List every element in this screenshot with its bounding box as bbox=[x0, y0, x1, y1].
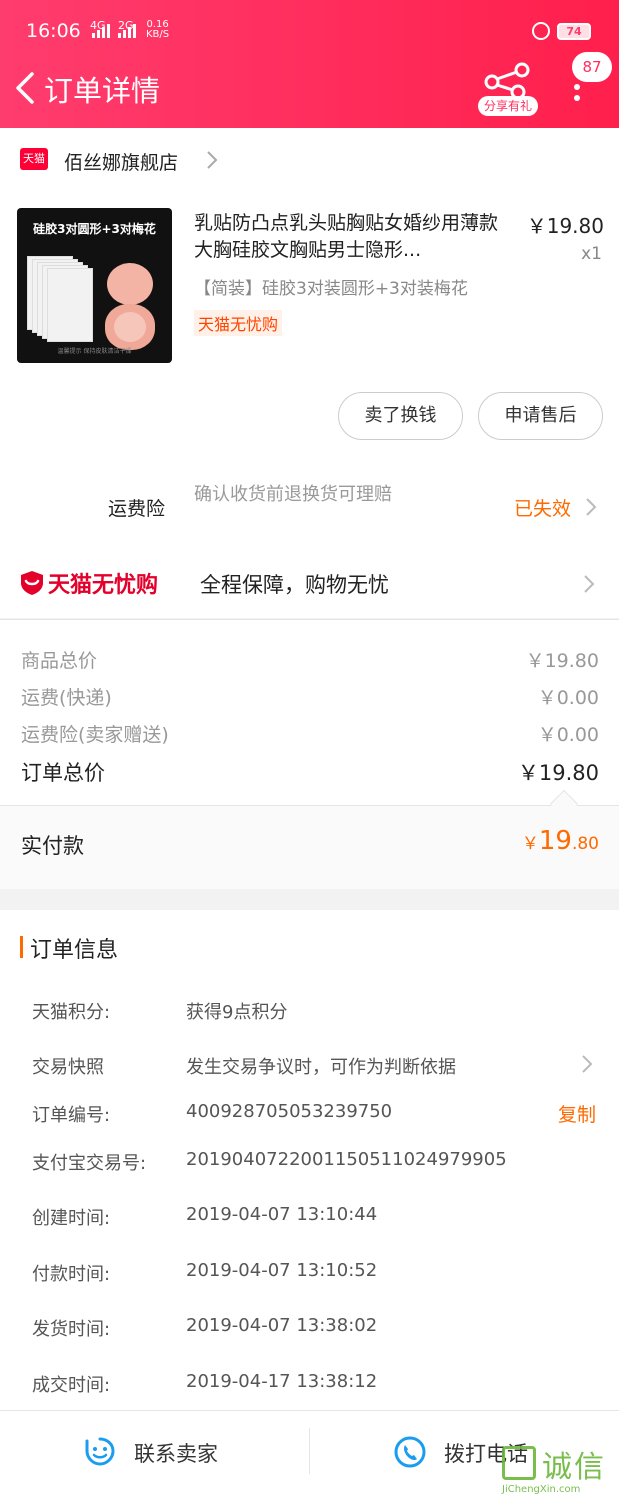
summary-row-total: 订单总价 ￥19.80 bbox=[21, 757, 599, 787]
summary-value: ￥0.00 bbox=[537, 687, 599, 709]
network-speed: 0.16 KB/S bbox=[146, 20, 169, 40]
flower-pad-image bbox=[105, 304, 155, 350]
wuyou-slogan[interactable]: 全程保障，购物无忧 bbox=[200, 569, 389, 599]
tmall-logo-icon: 天猫 bbox=[20, 148, 48, 170]
info-value: 发生交易争议时，可作为判断依据 bbox=[186, 1057, 456, 1078]
info-value: 2019040722001150511024979905 bbox=[186, 1149, 507, 1170]
watermark-logo-icon bbox=[502, 1446, 536, 1480]
info-key: 交易快照 bbox=[32, 1057, 104, 1078]
freight-insurance-label: 运费险 bbox=[108, 498, 166, 520]
info-key: 付款时间: bbox=[32, 1264, 111, 1285]
signal-icon-2 bbox=[118, 22, 140, 38]
round-pad-image bbox=[107, 263, 153, 305]
summary-row-shipping: 运费(快递) ￥0.00 bbox=[21, 683, 599, 710]
sell-for-cash-button[interactable]: 卖了换钱 bbox=[338, 392, 463, 440]
chevron-right-icon[interactable] bbox=[582, 574, 596, 594]
freight-insurance-status[interactable]: 已失效 bbox=[514, 494, 571, 521]
order-total-value: ￥19.80 bbox=[517, 761, 599, 785]
summary-value: ￥0.00 bbox=[537, 724, 599, 746]
info-key: 成交时间: bbox=[32, 1375, 111, 1396]
status-time: 16:06 bbox=[26, 20, 81, 42]
app-header: 16:06 4G 2G 0.16 KB/S 74 订单详情 分享有礼 87 bbox=[0, 0, 619, 128]
alarm-icon bbox=[532, 22, 550, 40]
watermark-cn: 诚信 bbox=[542, 1450, 606, 1485]
section-accent-bar bbox=[20, 936, 23, 958]
info-value: 2019-04-17 13:38:12 bbox=[186, 1371, 378, 1392]
summary-label: 运费(快递) bbox=[21, 687, 112, 709]
info-key: 发货时间: bbox=[32, 1319, 111, 1340]
summary-value: ￥19.80 bbox=[525, 650, 599, 672]
info-value: 2019-04-07 13:38:02 bbox=[186, 1315, 378, 1336]
info-key: 订单编号: bbox=[32, 1105, 111, 1126]
paid-decimal: .80 bbox=[571, 834, 599, 854]
summary-row-insurance: 运费险(卖家赠送) ￥0.00 bbox=[21, 720, 599, 747]
message-count-badge[interactable]: 87 bbox=[572, 52, 612, 82]
more-menu-icon[interactable] bbox=[574, 84, 582, 112]
info-value: 获得9点积分 bbox=[186, 1002, 288, 1023]
back-arrow-icon[interactable] bbox=[12, 70, 42, 106]
summary-label: 运费险(卖家赠送) bbox=[21, 724, 169, 746]
paid-currency: ￥ bbox=[521, 834, 539, 854]
phone-icon[interactable] bbox=[394, 1436, 426, 1468]
order-product-card bbox=[0, 128, 619, 618]
order-total-label: 订单总价 bbox=[21, 761, 105, 785]
copy-order-id-button[interactable]: 复制 bbox=[558, 1100, 596, 1127]
status-bar: 16:06 4G 2G 0.16 KB/S 74 bbox=[0, 0, 619, 60]
product-thumbnail[interactable]: 硅胶3对圆形+3对梅花 温馨提示 保持皮肤清洁干燥 bbox=[17, 208, 172, 363]
battery-icon: 74 bbox=[557, 23, 591, 40]
chat-smile-icon[interactable] bbox=[84, 1436, 116, 1468]
info-value: 400928705053239750 bbox=[186, 1101, 393, 1122]
info-value: 2019-04-07 13:10:44 bbox=[186, 1204, 378, 1225]
thumbnail-footer: 温馨提示 保持皮肤清洁干燥 bbox=[57, 348, 132, 355]
paid-integer: 19 bbox=[538, 826, 572, 856]
product-sku: 【简装】硅胶3对装圆形+3对装梅花 bbox=[194, 279, 468, 299]
signal-icon bbox=[92, 22, 114, 38]
thumbnail-title: 硅胶3对圆形+3对梅花 bbox=[33, 222, 156, 236]
info-key: 支付宝交易号: bbox=[32, 1153, 147, 1174]
chevron-right-icon[interactable] bbox=[204, 150, 220, 170]
summary-label: 商品总价 bbox=[21, 650, 98, 672]
bottom-divider bbox=[309, 1428, 310, 1474]
freight-insurance-desc: 确认收货前退换货可理赔 bbox=[194, 484, 392, 505]
chevron-right-icon[interactable] bbox=[580, 1054, 594, 1074]
after-sale-button[interactable]: 申请售后 bbox=[478, 392, 603, 440]
wuyou-brand: 天猫无忧购 bbox=[48, 573, 159, 598]
wuyou-tag-badge: 天猫无忧购 bbox=[194, 310, 283, 336]
contact-seller-button[interactable]: 联系卖家 bbox=[134, 1438, 218, 1468]
site-watermark: 诚信 JiChengXin.com bbox=[498, 1442, 616, 1498]
chevron-right-icon[interactable] bbox=[584, 497, 598, 517]
paid-label: 实付款 bbox=[21, 834, 84, 858]
info-key: 创建时间: bbox=[32, 1208, 111, 1229]
shield-icon bbox=[21, 571, 43, 595]
summary-row-goods: 商品总价 ￥19.80 bbox=[21, 646, 599, 673]
info-value: 2019-04-07 13:10:52 bbox=[186, 1260, 378, 1281]
order-info-title: 订单信息 bbox=[30, 938, 119, 963]
page-title: 订单详情 bbox=[44, 74, 161, 108]
info-key: 天猫积分: bbox=[32, 1002, 111, 1023]
watermark-en: JiChengXin.com bbox=[502, 1484, 581, 1495]
product-title[interactable]: 乳贴防凸点乳头贴胸贴女婚纱用薄款大胸硅胶文胸贴男士隐形... bbox=[194, 210, 508, 264]
product-quantity: x1 bbox=[581, 244, 602, 264]
paid-amount: ￥19.80 bbox=[522, 826, 599, 856]
speed-unit: KB/S bbox=[146, 29, 170, 40]
product-price: ￥19.80 bbox=[526, 214, 604, 238]
shop-name-link[interactable]: 佰丝娜旗舰店 bbox=[64, 148, 178, 175]
share-gift-label[interactable]: 分享有礼 bbox=[478, 96, 538, 116]
